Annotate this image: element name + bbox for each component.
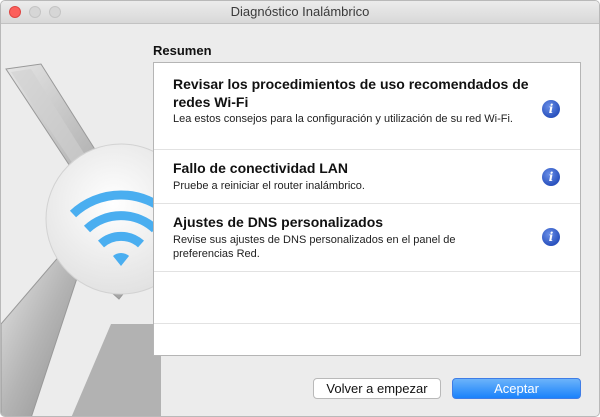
window-title: Diagnóstico Inalámbrico [230,4,370,19]
list-item: Revisar los procedimientos de uso recome… [154,63,580,150]
item-title: Revisar los procedimientos de uso recome… [173,76,529,110]
summary-list: Revisar los procedimientos de uso recome… [153,62,581,356]
empty-row [154,271,580,324]
title-bar: Diagnóstico Inalámbrico [1,1,599,24]
accept-button[interactable]: Aceptar [452,378,581,399]
item-title: Ajustes de DNS personalizados [173,214,384,230]
summary-heading: Resumen [153,43,212,58]
restart-button[interactable]: Volver a empezar [313,378,441,399]
list-item: Ajustes de DNS personalizados Revise sus… [154,203,580,272]
item-description: Lea estos consejos para la configuración… [173,113,513,125]
info-icon[interactable]: i [542,100,560,118]
wireless-diagnostics-window: Diagnóstico Inalámbrico Resumen Revisar … [0,0,600,417]
info-icon[interactable]: i [542,168,560,186]
item-description: Pruebe a reiniciar el router inalámbrico… [173,180,365,192]
item-title: Fallo de conectividad LAN [173,160,349,176]
info-icon[interactable]: i [542,228,560,246]
wifi-diagnostics-illustration [1,63,161,416]
list-item: Fallo de conectividad LAN Pruebe a reini… [154,149,580,204]
item-description: Revise sus ajustes de DNS personalizados… [173,234,456,260]
